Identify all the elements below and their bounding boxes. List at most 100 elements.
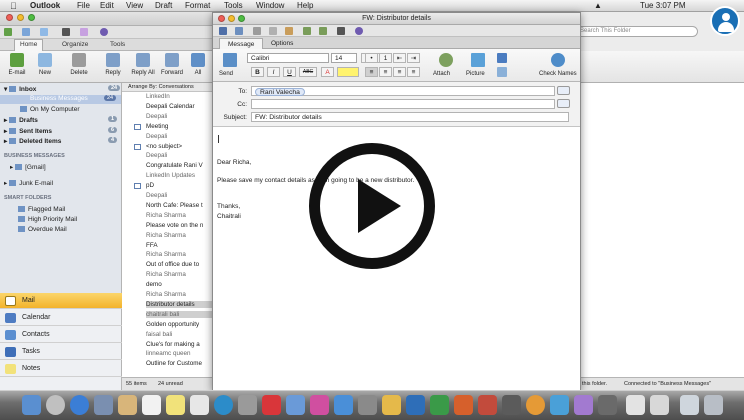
facetime-app-icon[interactable] — [238, 395, 257, 415]
folder-deleted[interactable]: ▸ Deleted Items 4 — [4, 137, 118, 145]
nav-calendar[interactable]: Calendar — [0, 310, 122, 326]
copy-icon[interactable] — [269, 27, 277, 35]
photobooth-app-icon[interactable] — [262, 395, 281, 415]
check-names-icon[interactable] — [551, 53, 565, 67]
smart-folder-high-priority[interactable]: High Priority Mail — [18, 216, 77, 223]
tab-options[interactable]: Options — [263, 38, 301, 49]
outdent-button[interactable]: ⇤ — [393, 53, 406, 63]
cc-address-book-icon[interactable] — [557, 99, 570, 108]
message-row[interactable]: Out of office due to — [146, 261, 212, 268]
message-row[interactable]: faisal bali — [146, 331, 212, 338]
folder-on-my-computer[interactable]: On My Computer — [20, 106, 80, 113]
align-left-button[interactable]: ≡ — [365, 67, 378, 77]
message-row[interactable]: Deepali — [146, 152, 212, 159]
message-row[interactable]: chaitrali bali — [146, 310, 212, 318]
redo-icon[interactable] — [319, 27, 327, 35]
folder-drafts[interactable]: ▸ Drafts 1 — [4, 116, 118, 124]
message-row[interactable]: Distributor details — [146, 300, 212, 308]
font-color-button[interactable]: A — [321, 67, 334, 77]
message-row[interactable]: Congratulate Rani V — [146, 162, 212, 169]
font-size-select[interactable]: 14 — [331, 53, 357, 63]
app-icon[interactable] — [574, 395, 593, 415]
mail-app-icon[interactable] — [94, 395, 113, 415]
user-avatar-icon[interactable] — [710, 6, 740, 36]
message-row[interactable]: Richa Sharma — [146, 232, 212, 239]
message-row[interactable]: Please vote on the n — [146, 222, 212, 229]
tab-organize[interactable]: Organize — [62, 41, 88, 48]
minimize-light-icon[interactable] — [17, 14, 24, 21]
close-light-icon[interactable] — [6, 14, 13, 21]
message-row[interactable]: Deepali Calendar — [146, 103, 212, 110]
smart-folder-overdue[interactable]: Overdue Mail — [18, 226, 67, 233]
itunes-app-icon[interactable] — [310, 395, 329, 415]
smart-folder-flagged[interactable]: Flagged Mail — [18, 206, 65, 213]
excel-app-icon[interactable] — [430, 395, 449, 415]
numbering-button[interactable]: 1 — [379, 53, 392, 63]
underline-button[interactable]: U — [283, 67, 296, 77]
arrange-by-bar[interactable]: Arrange By: Conversations — [122, 83, 212, 92]
message-row[interactable]: <no subject> — [146, 143, 212, 150]
indent-button[interactable]: ⇥ — [407, 53, 420, 63]
preferences-app-icon[interactable] — [358, 395, 377, 415]
save-icon[interactable] — [219, 27, 227, 35]
paste-icon[interactable] — [285, 27, 293, 35]
documents-stack-icon[interactable] — [650, 395, 669, 415]
picture-icon[interactable] — [471, 53, 485, 67]
compose-zoom-icon[interactable] — [238, 15, 245, 22]
reply-all-button[interactable]: Reply All — [128, 53, 158, 76]
print-icon[interactable] — [337, 27, 345, 35]
all-button[interactable]: All — [186, 53, 210, 76]
quick-new-icon[interactable] — [4, 28, 12, 36]
message-row[interactable]: Clue's for making a — [146, 341, 212, 348]
signature-icon[interactable] — [497, 53, 507, 63]
align-center-button[interactable]: ≡ — [379, 67, 392, 77]
menu-window[interactable]: Window — [256, 1, 284, 10]
play-icon[interactable] — [309, 143, 435, 269]
message-row[interactable]: linneamc queen — [146, 350, 212, 357]
compose-close-icon[interactable] — [218, 15, 225, 22]
messages-app-icon[interactable] — [214, 395, 233, 415]
nav-tasks[interactable]: Tasks — [0, 344, 122, 360]
to-address-book-icon[interactable] — [557, 86, 570, 95]
reply-button[interactable]: Reply — [98, 53, 128, 76]
quick-print-icon[interactable] — [62, 28, 70, 36]
bullets-button[interactable]: • — [365, 53, 378, 63]
cut-icon[interactable] — [253, 27, 261, 35]
help-icon[interactable] — [100, 28, 108, 36]
recipient-chip[interactable]: Rani Valecha — [255, 88, 305, 96]
compose-help-icon[interactable] — [355, 27, 363, 35]
link-icon[interactable] — [497, 67, 507, 77]
nav-notes[interactable]: Notes — [0, 361, 122, 377]
message-row[interactable]: Richa Sharma — [146, 271, 212, 278]
send-icon[interactable] — [223, 53, 237, 67]
menu-app-name[interactable]: Outlook — [30, 1, 60, 10]
message-row[interactable]: Golden opportunity — [146, 321, 212, 328]
bold-button[interactable]: B — [251, 67, 264, 77]
to-field[interactable]: Rani Valecha — [251, 86, 555, 96]
align-right-button[interactable]: ≡ — [393, 67, 406, 77]
menu-help[interactable]: Help — [297, 1, 313, 10]
firefox-app-icon[interactable] — [526, 395, 545, 415]
message-row[interactable]: Deepali — [146, 192, 212, 199]
compose-minimize-icon[interactable] — [228, 15, 235, 22]
calendar-app-icon[interactable] — [142, 395, 161, 415]
word-app-icon[interactable] — [406, 395, 425, 415]
folder-junk[interactable]: ▸ Junk E-mail — [4, 179, 53, 187]
nav-mail[interactable]: Mail — [0, 293, 122, 309]
app-icon[interactable] — [598, 395, 617, 415]
contacts-app-icon[interactable] — [118, 395, 137, 415]
menu-format[interactable]: Format — [185, 1, 210, 10]
downloads-stack-icon[interactable] — [626, 395, 645, 415]
folder-business-messages[interactable]: Business Messages 24 — [0, 95, 121, 104]
menu-file[interactable]: File — [77, 1, 90, 10]
skype-app-icon[interactable] — [550, 395, 569, 415]
search-input[interactable]: Search This Folder — [580, 26, 698, 37]
zoom-light-icon[interactable] — [28, 14, 35, 21]
italic-button[interactable]: I — [267, 67, 280, 77]
subject-field[interactable]: FW: Distributor details — [251, 112, 569, 122]
finder-icon[interactable] — [22, 395, 41, 415]
folder-inbox[interactable]: ▾ Inbox 24 — [4, 85, 121, 93]
trash-dock-icon[interactable] — [704, 395, 723, 415]
message-row[interactable]: FFA — [146, 242, 212, 249]
wifi-icon[interactable]: ▲ — [594, 1, 602, 10]
